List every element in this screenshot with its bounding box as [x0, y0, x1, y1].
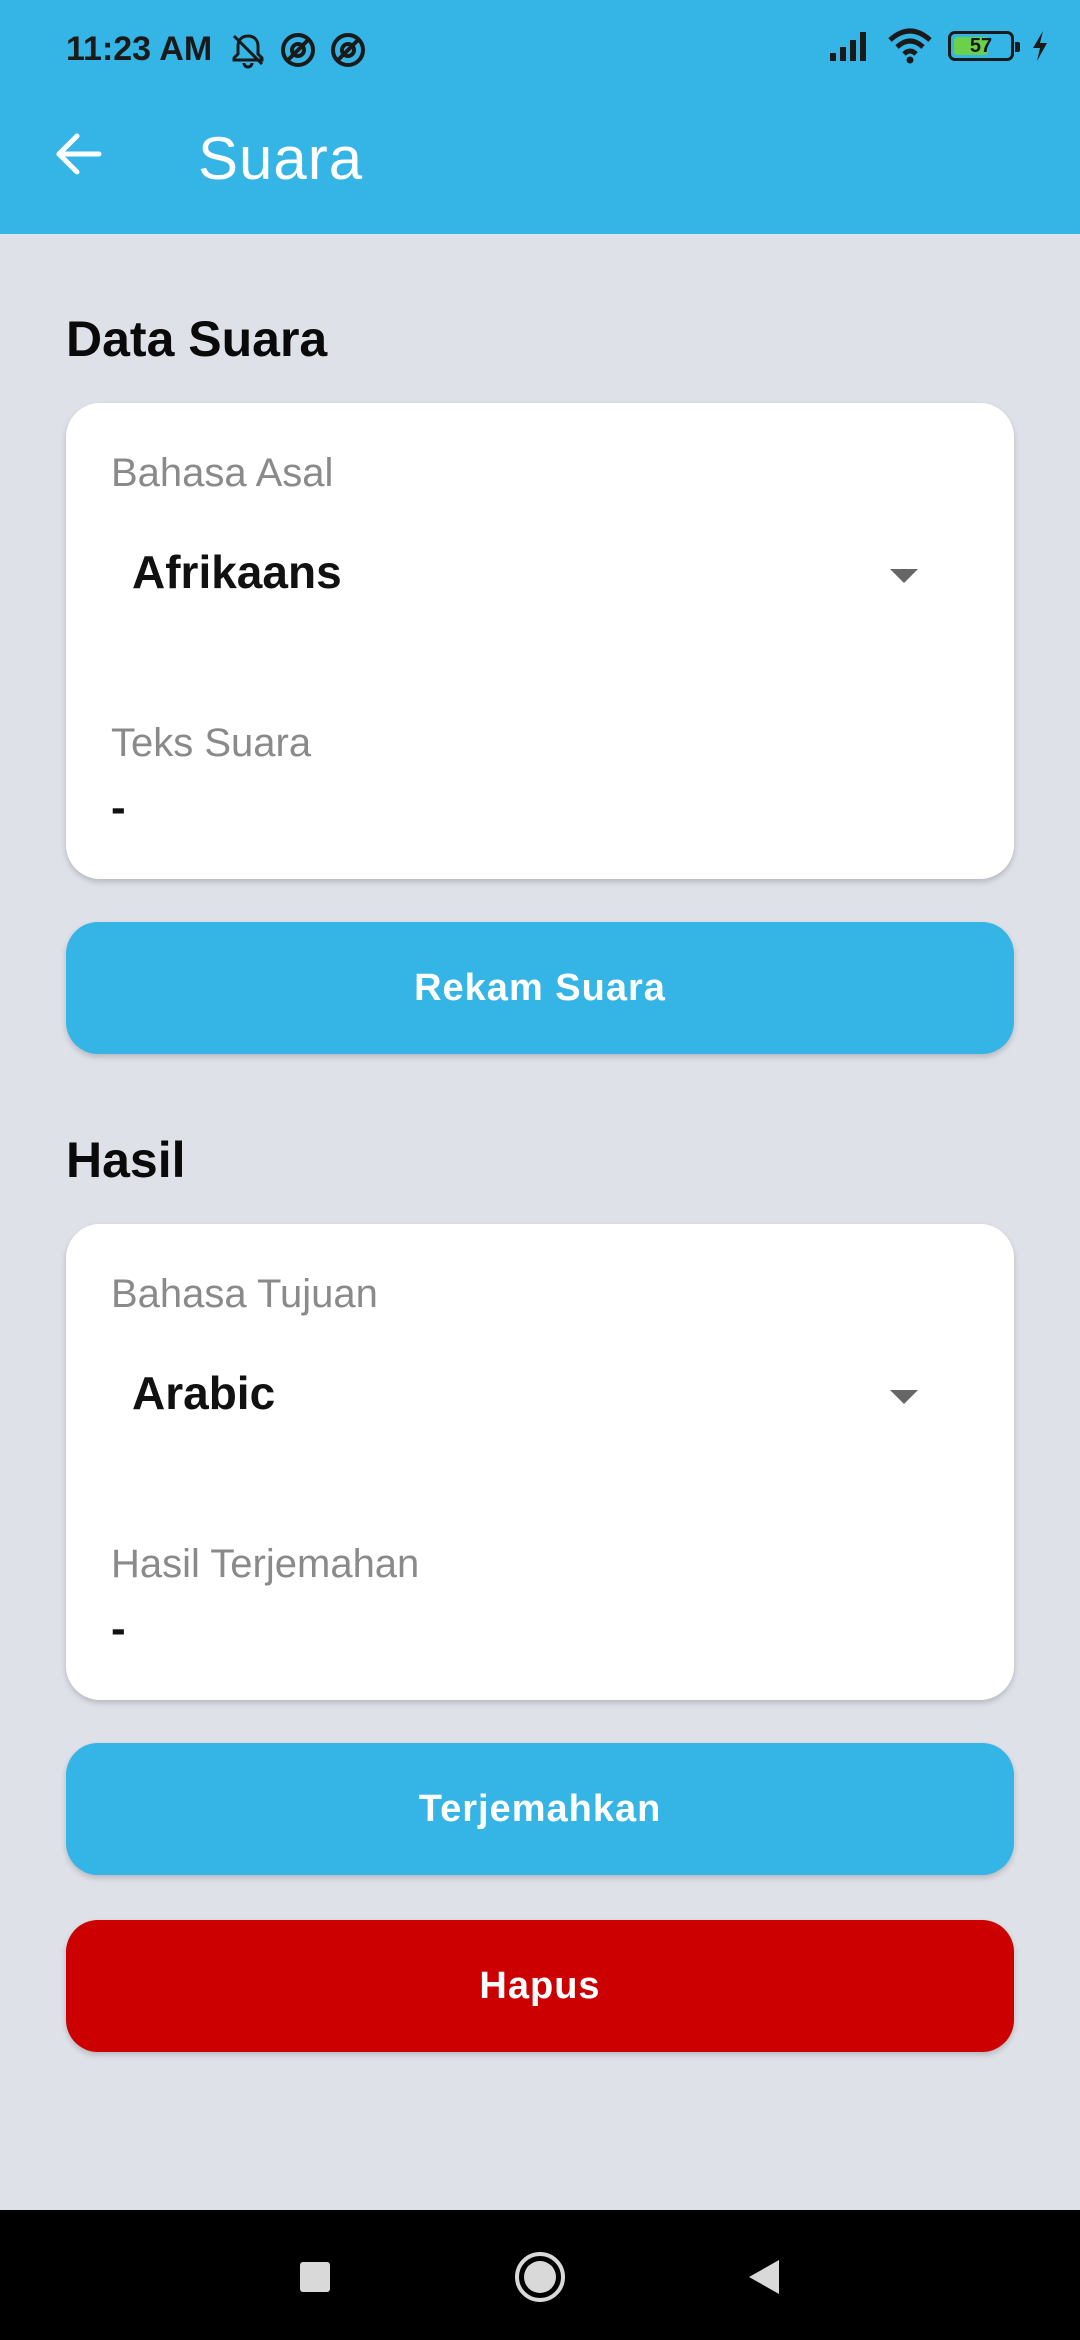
status-time: 11:23 AM	[66, 30, 213, 68]
mute-icon	[232, 34, 264, 69]
battery-icon: 57	[948, 31, 1020, 61]
text-label: Teks Suara	[111, 721, 312, 765]
back-button[interactable]	[44, 120, 112, 188]
section-title-result: Hasil	[66, 1132, 186, 1188]
result-label: Hasil Terjemahan	[111, 1542, 420, 1586]
record-button[interactable]: Rekam Suara	[66, 922, 1014, 1054]
status-bar: 11:23 AM 57	[0, 0, 1080, 100]
source-language-value: Afrikaans	[132, 546, 342, 598]
result-value: -	[111, 1604, 126, 1653]
translate-button[interactable]: Terjemahkan	[66, 1743, 1014, 1875]
result-card: Bahasa Tujuan Arabic Hasil Terjemahan -	[66, 1224, 1014, 1700]
delete-button[interactable]: Hapus	[66, 1920, 1014, 2052]
signal-icon	[830, 32, 866, 61]
text-value: -	[111, 783, 126, 832]
back-icon	[749, 2260, 779, 2294]
at-icon	[281, 33, 315, 67]
status-icons-left	[228, 30, 368, 70]
app-bar: 11:23 AM 57 Suara	[0, 0, 1080, 234]
recents-button[interactable]	[288, 2250, 342, 2304]
battery-level: 57	[969, 34, 993, 57]
at-icon	[331, 33, 365, 67]
source-language-dropdown[interactable]: Afrikaans	[88, 523, 992, 633]
home-icon	[515, 2252, 565, 2302]
wifi-icon	[888, 28, 932, 64]
charging-icon	[1033, 31, 1047, 61]
target-language-value: Arabic	[132, 1367, 276, 1419]
section-title-data: Data Suara	[66, 311, 328, 367]
home-button[interactable]	[513, 2250, 567, 2304]
back-nav-button[interactable]	[738, 2250, 792, 2304]
system-nav-bar	[0, 2210, 1080, 2340]
source-language-label: Bahasa Asal	[111, 451, 334, 495]
recents-icon	[300, 2262, 330, 2292]
status-icons-right: 57	[828, 28, 1050, 64]
dropdown-arrow-icon	[890, 1390, 918, 1404]
arrow-left-icon	[56, 133, 102, 175]
dropdown-arrow-icon	[890, 569, 918, 583]
page-title: Suara	[198, 125, 364, 192]
target-language-dropdown[interactable]: Arabic	[88, 1344, 992, 1454]
source-card: Bahasa Asal Afrikaans Teks Suara -	[66, 403, 1014, 879]
target-language-label: Bahasa Tujuan	[111, 1272, 378, 1316]
